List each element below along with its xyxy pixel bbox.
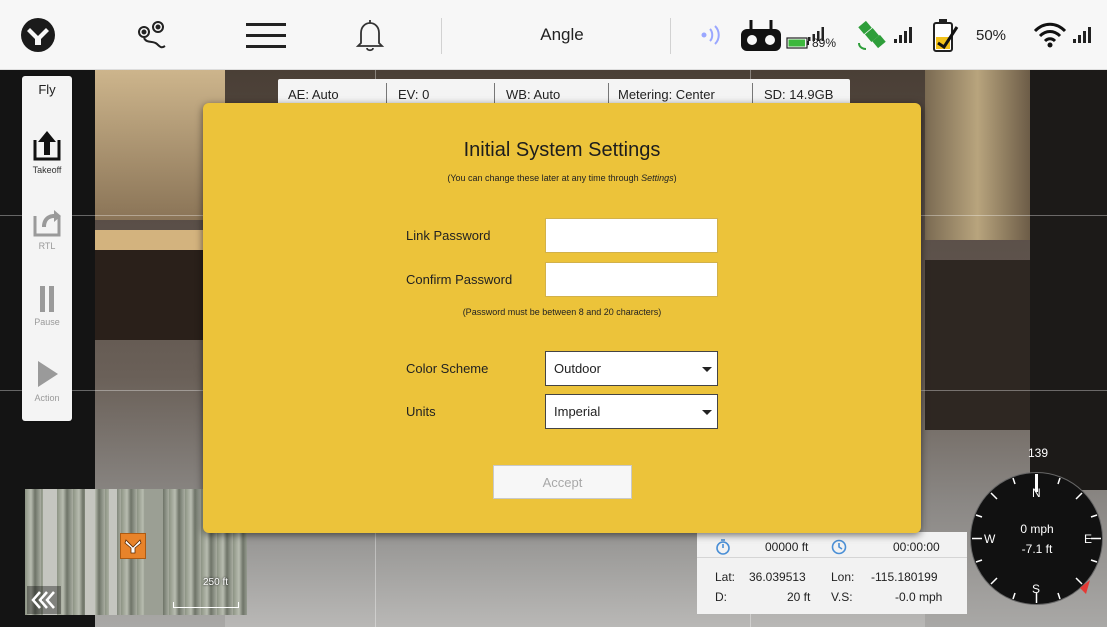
password-hint: (Password must be between 8 and 20 chara… <box>462 307 662 317</box>
flight-time-value: 00:00:00 <box>893 540 940 554</box>
camera-settings-divider <box>608 83 609 105</box>
map-road <box>109 489 117 615</box>
vertical-speed-label: V.S: <box>831 590 853 604</box>
drone-battery-icon <box>927 0 961 70</box>
takeoff-label: Takeoff <box>32 165 62 175</box>
drone-battery-percent: 50% <box>975 26 1007 44</box>
dialog-subtitle-settings: Settings <box>641 173 674 183</box>
units-label: Units <box>406 404 436 419</box>
telemetry-panel: 00000 ft 00:00:00 Lat: 36.039513 Lon: -1… <box>697 532 967 614</box>
color-scheme-label: Color Scheme <box>406 361 489 376</box>
initial-settings-dialog: Initial System Settings (You can change … <box>203 103 921 533</box>
color-scheme-select[interactable]: Outdoor <box>545 351 718 386</box>
map-road <box>85 489 95 615</box>
flight-mode-selector[interactable]: Angle <box>510 0 614 70</box>
link-password-label: Link Password <box>406 228 491 243</box>
telemetry-summary-row: 00000 ft 00:00:00 <box>697 536 967 558</box>
longitude-label: Lon: <box>831 570 855 584</box>
remote-controller-icon <box>738 0 784 70</box>
compass-east: E <box>1084 532 1093 546</box>
dialog-subtitle: (You can change these later at any time … <box>203 173 921 183</box>
drone-location-marker-icon <box>120 533 146 559</box>
rtl-label: RTL <box>38 241 56 251</box>
pause-icon <box>40 286 54 312</box>
topbar-divider <box>441 18 442 54</box>
dialog-subtitle-text: (You can change these later at any time … <box>447 173 642 183</box>
distance-value: 00000 ft <box>765 540 809 554</box>
dialog-subtitle-end: ) <box>673 173 677 183</box>
units-select[interactable]: Imperial <box>545 394 718 429</box>
dialog-title: Initial System Settings <box>463 139 661 161</box>
wifi-signal-icon <box>1070 0 1096 70</box>
link-password-input[interactable] <box>545 218 718 253</box>
dropdown-caret-icon <box>702 410 712 415</box>
map-scale-label: 250 ft <box>203 577 229 588</box>
gps-satellite-icon <box>855 0 891 70</box>
color-scheme-value: Outdoor <box>554 361 601 376</box>
vertical-speed-value: -0.0 mph <box>895 590 943 604</box>
takeoff-icon <box>33 131 61 161</box>
pause-button[interactable]: Pause <box>22 284 72 327</box>
play-icon <box>38 361 58 387</box>
camera-feed-chair <box>925 260 1030 430</box>
home-distance-value: 20 ft <box>787 590 811 604</box>
altitude-value: -7.1 ft <box>1021 542 1053 556</box>
camera-settings-divider <box>752 83 753 105</box>
topbar-divider <box>670 18 671 54</box>
map-scale-bar <box>173 602 239 608</box>
top-bar: Angle 89% 50% <box>0 0 1107 70</box>
pause-label: Pause <box>34 317 60 327</box>
latitude-value: 36.039513 <box>749 570 806 584</box>
distance-icon <box>716 539 730 555</box>
camera-settings-divider <box>494 83 495 105</box>
notifications-bell-icon[interactable] <box>348 0 392 70</box>
distance-label: D: <box>715 590 727 604</box>
camera-feed-dark-area <box>1030 70 1107 490</box>
controller-battery-icon <box>786 37 809 49</box>
waypoint-map-icon[interactable] <box>128 0 176 70</box>
camera-settings-divider <box>386 83 387 105</box>
wifi-icon <box>1030 0 1070 70</box>
action-button[interactable]: Action <box>22 358 72 403</box>
menu-icon[interactable] <box>240 0 292 70</box>
collapse-map-button[interactable] <box>27 586 61 614</box>
compass-north: N <box>1032 486 1041 500</box>
longitude-value: -115.180199 <box>871 570 938 584</box>
map-road <box>145 489 163 615</box>
return-to-launch-icon <box>33 210 61 237</box>
flight-controls-panel: Fly Takeoff RTL Pause Action <box>22 76 72 421</box>
compass: N E S W 0 mph -7.1 ft <box>968 470 1105 607</box>
takeoff-button[interactable]: Takeoff <box>22 128 72 175</box>
latitude-label: Lat: <box>715 570 736 584</box>
app-logo-icon[interactable] <box>14 0 62 70</box>
heading-value: 139 <box>1028 446 1049 460</box>
flight-panel-title: Fly <box>38 82 56 97</box>
compass-south: S <box>1032 582 1041 596</box>
flight-timer-icon <box>831 539 847 555</box>
units-value: Imperial <box>554 404 601 419</box>
dropdown-caret-icon <box>702 367 712 372</box>
camera-feed-table <box>95 230 215 340</box>
gps-signal-icon <box>891 0 917 70</box>
compass-west: W <box>984 532 996 546</box>
triple-chevron-left-icon <box>31 591 55 609</box>
accept-button[interactable]: Accept <box>493 465 632 499</box>
action-label: Action <box>34 393 60 403</box>
link-signal-icon <box>696 0 730 70</box>
rtl-button[interactable]: RTL <box>22 204 72 251</box>
controller-battery-percent: 89% <box>812 36 837 50</box>
drone-battery: 50% <box>966 0 1016 70</box>
flight-mode-label: Angle <box>540 25 584 44</box>
confirm-password-label: Confirm Password <box>406 272 513 287</box>
controller-battery: 89% <box>786 0 846 70</box>
ground-speed-value: 0 mph <box>1020 522 1054 536</box>
confirm-password-input[interactable] <box>545 262 718 297</box>
